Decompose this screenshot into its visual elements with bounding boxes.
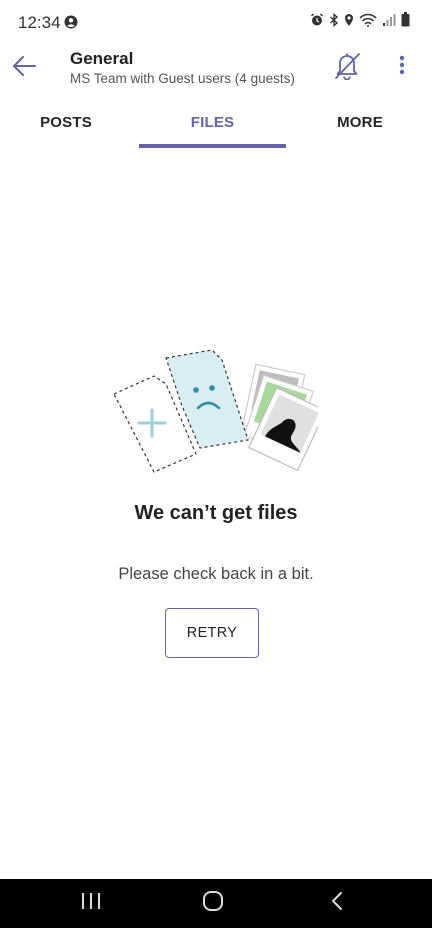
recents-icon — [80, 891, 102, 916]
wifi-icon — [359, 13, 377, 32]
arrow-left-icon — [11, 55, 37, 82]
system-navigation-bar — [0, 879, 432, 928]
battery-icon — [401, 12, 410, 32]
signal-icon — [382, 13, 396, 32]
home-button[interactable] — [183, 879, 243, 928]
home-icon — [201, 889, 225, 918]
files-error-illustration — [108, 344, 327, 476]
empty-state-subtitle: Please check back in a bit. — [118, 565, 314, 583]
channel-tabs: POSTS FILES MORE — [0, 100, 432, 148]
status-bar: 12:34 — [0, 0, 432, 44]
empty-state-title: We can’t get files — [134, 502, 298, 524]
account-circle-icon — [64, 15, 78, 34]
bluetooth-icon — [329, 12, 339, 32]
more-options-button[interactable] — [390, 50, 414, 84]
back-chevron-icon — [329, 890, 345, 917]
alarm-icon — [310, 12, 324, 32]
tab-posts[interactable]: POSTS — [0, 100, 132, 148]
retry-button[interactable]: RETRY — [165, 608, 259, 658]
channel-header: General MS Team with Guest users (4 gues… — [0, 44, 432, 92]
active-tab-indicator — [139, 144, 286, 148]
location-icon — [344, 13, 354, 32]
channel-title: General — [70, 49, 134, 68]
tab-more[interactable]: MORE — [290, 100, 430, 148]
teams-channel-screen: 12:34 General MS Team with Guest users (… — [0, 0, 432, 928]
back-button[interactable] — [8, 52, 40, 84]
recents-button[interactable] — [61, 879, 121, 928]
mute-notifications-button[interactable] — [330, 50, 364, 84]
bell-off-icon — [332, 50, 362, 85]
more-vertical-icon — [399, 55, 405, 80]
status-time: 12:34 — [18, 13, 61, 32]
tab-files[interactable]: FILES — [139, 100, 286, 148]
status-icons — [310, 12, 410, 32]
system-back-button[interactable] — [307, 879, 367, 928]
channel-subtitle: MS Team with Guest users (4 guests) — [70, 71, 295, 86]
